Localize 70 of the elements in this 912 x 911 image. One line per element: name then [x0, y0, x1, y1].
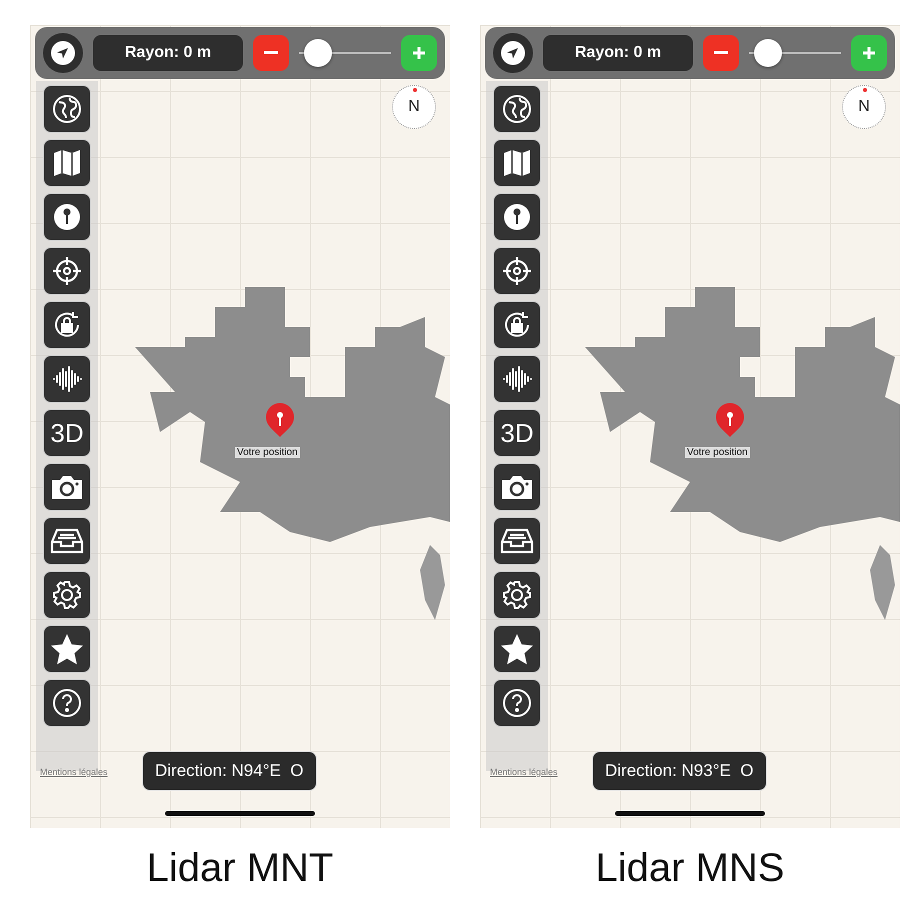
- map-icon: [501, 147, 533, 179]
- increase-button[interactable]: [401, 35, 437, 71]
- pin-button[interactable]: [493, 193, 541, 241]
- gear-icon: [501, 579, 533, 611]
- globe-icon: [51, 93, 83, 125]
- locate-button[interactable]: [493, 33, 533, 73]
- decrease-button[interactable]: [703, 35, 739, 71]
- decrease-button[interactable]: [253, 35, 289, 71]
- pin-label: Votre position: [685, 447, 750, 458]
- star-icon: [500, 633, 534, 665]
- radius-slider[interactable]: [749, 39, 841, 67]
- increase-button[interactable]: [851, 35, 887, 71]
- pin-icon: [51, 201, 83, 233]
- inbox-button[interactable]: [493, 517, 541, 565]
- camera-button[interactable]: [493, 463, 541, 511]
- crosshair-button[interactable]: [43, 247, 91, 295]
- locate-button[interactable]: [43, 33, 83, 73]
- caption: Lidar MNS: [596, 846, 784, 891]
- help-icon: [501, 687, 533, 719]
- star-icon: [50, 633, 84, 665]
- rotation-lock-button[interactable]: [493, 301, 541, 349]
- legal-link[interactable]: Mentions légales: [490, 767, 558, 777]
- plus-icon: [412, 46, 426, 60]
- radius-label: Rayon: 0 m: [93, 35, 243, 71]
- compass[interactable]: N: [842, 85, 886, 129]
- crosshair-icon: [501, 255, 533, 287]
- waveform-button[interactable]: [43, 355, 91, 403]
- star-button[interactable]: [493, 625, 541, 673]
- pin-icon: [501, 201, 533, 233]
- map-button[interactable]: [43, 139, 91, 187]
- waveform-icon: [51, 363, 83, 395]
- caption: Lidar MNT: [146, 846, 334, 891]
- legal-link[interactable]: Mentions légales: [40, 767, 108, 777]
- globe-button[interactable]: [43, 85, 91, 133]
- location-pin-icon: [266, 403, 294, 437]
- inbox-button[interactable]: [43, 517, 91, 565]
- camera-button[interactable]: [43, 463, 91, 511]
- help-icon: [51, 687, 83, 719]
- direction-label: Direction: N94°E O: [142, 751, 317, 791]
- crosshair-button[interactable]: [493, 247, 541, 295]
- radius-label: Rayon: 0 m: [543, 35, 693, 71]
- map-icon: [51, 147, 83, 179]
- map-button[interactable]: [493, 139, 541, 187]
- pin-label: Votre position: [235, 447, 300, 458]
- location-pin-icon: [716, 403, 744, 437]
- waveform-icon: [501, 363, 533, 395]
- compass[interactable]: N: [392, 85, 436, 129]
- inbox-icon: [500, 526, 534, 556]
- gear-button[interactable]: [493, 571, 541, 619]
- minus-icon: [714, 51, 728, 55]
- rotation-lock-button[interactable]: [43, 301, 91, 349]
- 3d-button[interactable]: 3D: [43, 409, 91, 457]
- radius-slider[interactable]: [299, 39, 391, 67]
- globe-icon: [501, 93, 533, 125]
- help-button[interactable]: [493, 679, 541, 727]
- waveform-button[interactable]: [493, 355, 541, 403]
- gear-button[interactable]: [43, 571, 91, 619]
- gear-icon: [51, 579, 83, 611]
- help-button[interactable]: [43, 679, 91, 727]
- plus-icon: [862, 46, 876, 60]
- inbox-icon: [50, 526, 84, 556]
- crosshair-icon: [51, 255, 83, 287]
- slider-thumb[interactable]: [304, 39, 332, 67]
- slider-thumb[interactable]: [754, 39, 782, 67]
- star-button[interactable]: [43, 625, 91, 673]
- direction-label: Direction: N93°E O: [592, 751, 767, 791]
- pin-button[interactable]: [43, 193, 91, 241]
- 3d-button[interactable]: 3D: [493, 409, 541, 457]
- globe-button[interactable]: [493, 85, 541, 133]
- minus-icon: [264, 51, 278, 55]
